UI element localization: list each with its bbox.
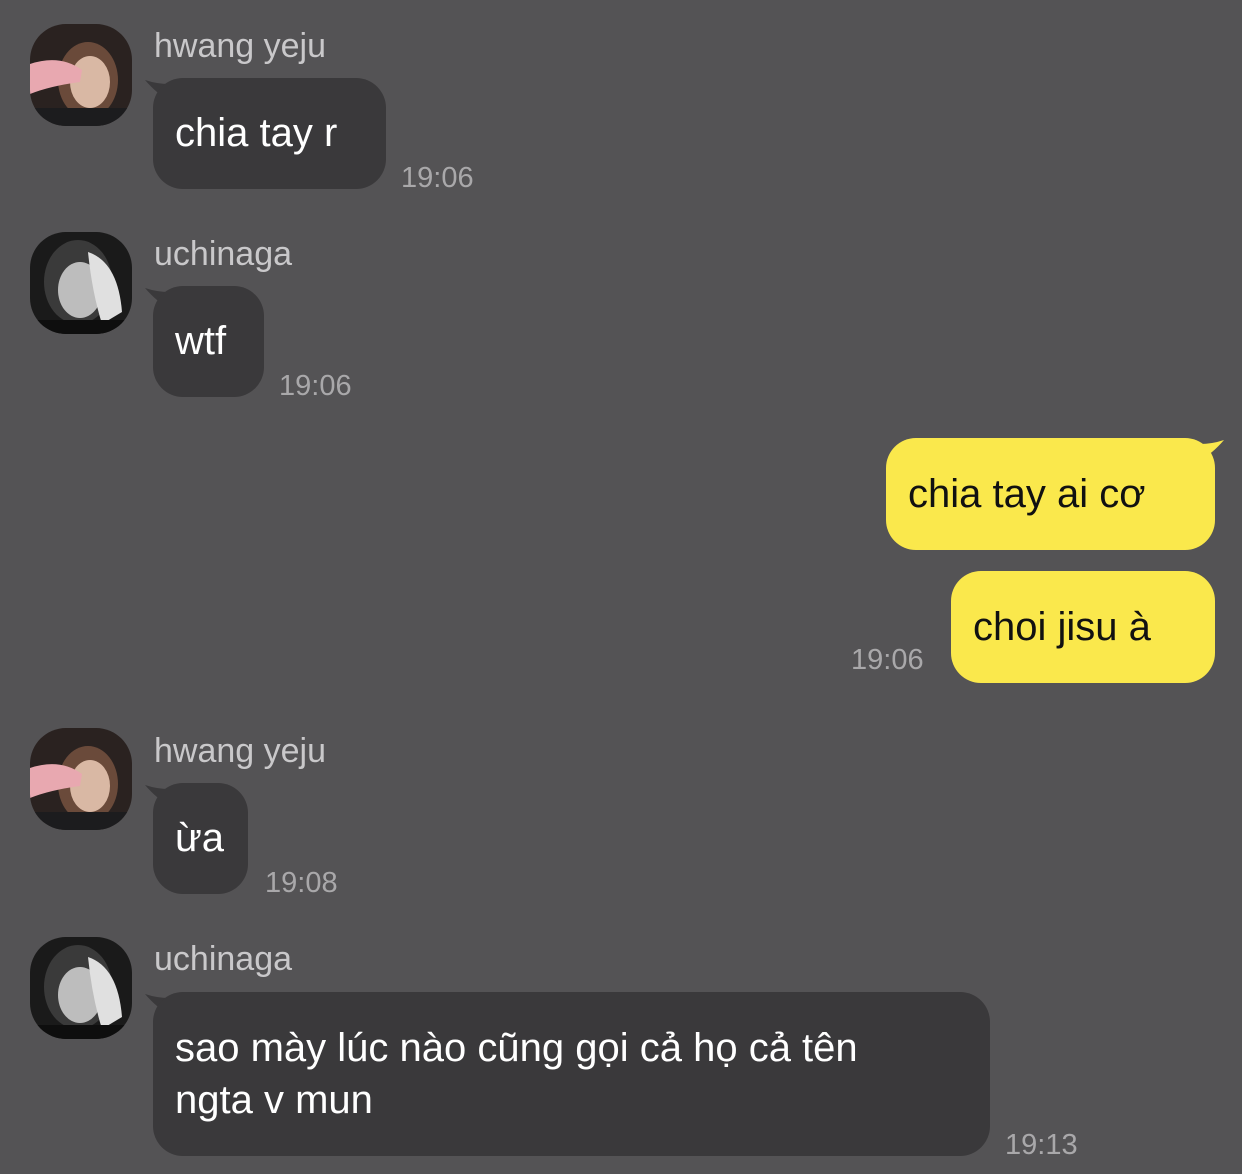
message-bubble[interactable]: ừa — [153, 783, 248, 894]
message-bubble[interactable]: sao mày lúc nào cũng gọi cả họ cả tên ng… — [153, 992, 990, 1156]
message-timestamp: 19:06 — [279, 370, 352, 402]
avatar-hwang-yeju[interactable] — [30, 728, 132, 830]
user-avatar-icon — [30, 937, 132, 1039]
message-line: ngta v mun — [175, 1078, 373, 1122]
outgoing-message-bubble[interactable]: choi jisu à — [951, 571, 1215, 683]
avatar-uchinaga[interactable] — [30, 232, 132, 334]
outgoing-message-bubble[interactable]: chia tay ai cơ — [886, 438, 1215, 550]
message-timestamp: 19:08 — [265, 867, 338, 899]
sender-name: hwang yeju — [154, 732, 327, 770]
user-avatar-icon — [30, 728, 132, 830]
message-timestamp: 19:06 — [851, 644, 924, 676]
message-timestamp: 19:06 — [401, 162, 474, 194]
sender-name: uchinaga — [154, 235, 293, 273]
message-bubble[interactable]: chia tay r — [153, 78, 386, 189]
avatar-uchinaga[interactable] — [30, 937, 132, 1039]
sender-name: hwang yeju — [154, 27, 327, 65]
avatar-hwang-yeju[interactable] — [30, 24, 132, 126]
message-line: sao mày lúc nào cũng gọi cả họ cả tên — [175, 1026, 858, 1070]
sender-name: uchinaga — [154, 940, 293, 978]
message-bubble[interactable]: wtf — [153, 286, 264, 397]
user-avatar-icon — [30, 24, 132, 126]
user-avatar-icon — [30, 232, 132, 334]
message-timestamp: 19:13 — [1005, 1129, 1078, 1161]
